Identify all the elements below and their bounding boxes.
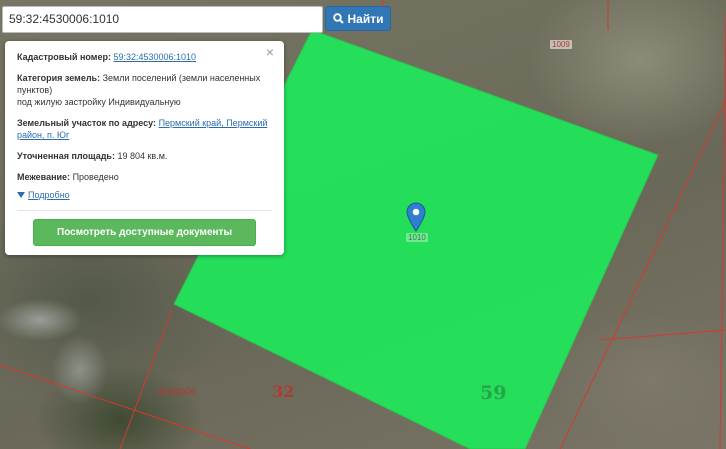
search-button-label: Найти xyxy=(347,11,384,26)
area-row: Уточненная площадь: 19 804 кв.м. xyxy=(17,150,272,162)
more-details-label: Подробно xyxy=(28,190,70,200)
area-label: Уточненная площадь: xyxy=(17,151,115,161)
survey-value: Проведено xyxy=(72,172,119,182)
search-input[interactable]: 59:32:4530006:1010 xyxy=(2,6,323,33)
survey-label: Межевание: xyxy=(17,172,71,182)
parcel-label-1010[interactable]: 1010 xyxy=(406,233,428,242)
parcel-info-popup: × Кадастровый номер: 59:32:4530006:1010 … xyxy=(5,41,284,255)
quarter-label: 4530006 xyxy=(157,387,196,398)
triangle-down-icon xyxy=(17,192,25,198)
area-value: 19 804 кв.м. xyxy=(117,151,168,161)
category-label: Категория земель: xyxy=(17,73,101,83)
district-label: 32 xyxy=(272,382,295,401)
search-button[interactable]: Найти xyxy=(325,6,391,31)
address-label: Земельный участок по адресу: xyxy=(17,118,157,128)
close-icon[interactable]: × xyxy=(264,45,276,59)
survey-row: Межевание: Проведено xyxy=(17,171,272,183)
more-details-link[interactable]: Подробно xyxy=(17,190,272,200)
region-label: 59 xyxy=(480,382,507,404)
popup-divider xyxy=(17,210,272,211)
search-icon xyxy=(332,13,344,24)
view-documents-button[interactable]: Посмотреть доступные документы xyxy=(33,219,256,246)
category-use: под жилую застройку Индивидуальную xyxy=(17,97,181,107)
category-row: Категория земель: Земли поселений (земли… xyxy=(17,72,272,108)
parcel-label-1009[interactable]: 1009 xyxy=(550,40,572,49)
cadastral-row: Кадастровый номер: 59:32:4530006:1010 xyxy=(17,51,272,63)
cadastral-label: Кадастровый номер: xyxy=(17,52,111,62)
cadastral-link[interactable]: 59:32:4530006:1010 xyxy=(113,52,196,62)
address-row: Земельный участок по адресу: Пермский кр… xyxy=(17,117,272,141)
